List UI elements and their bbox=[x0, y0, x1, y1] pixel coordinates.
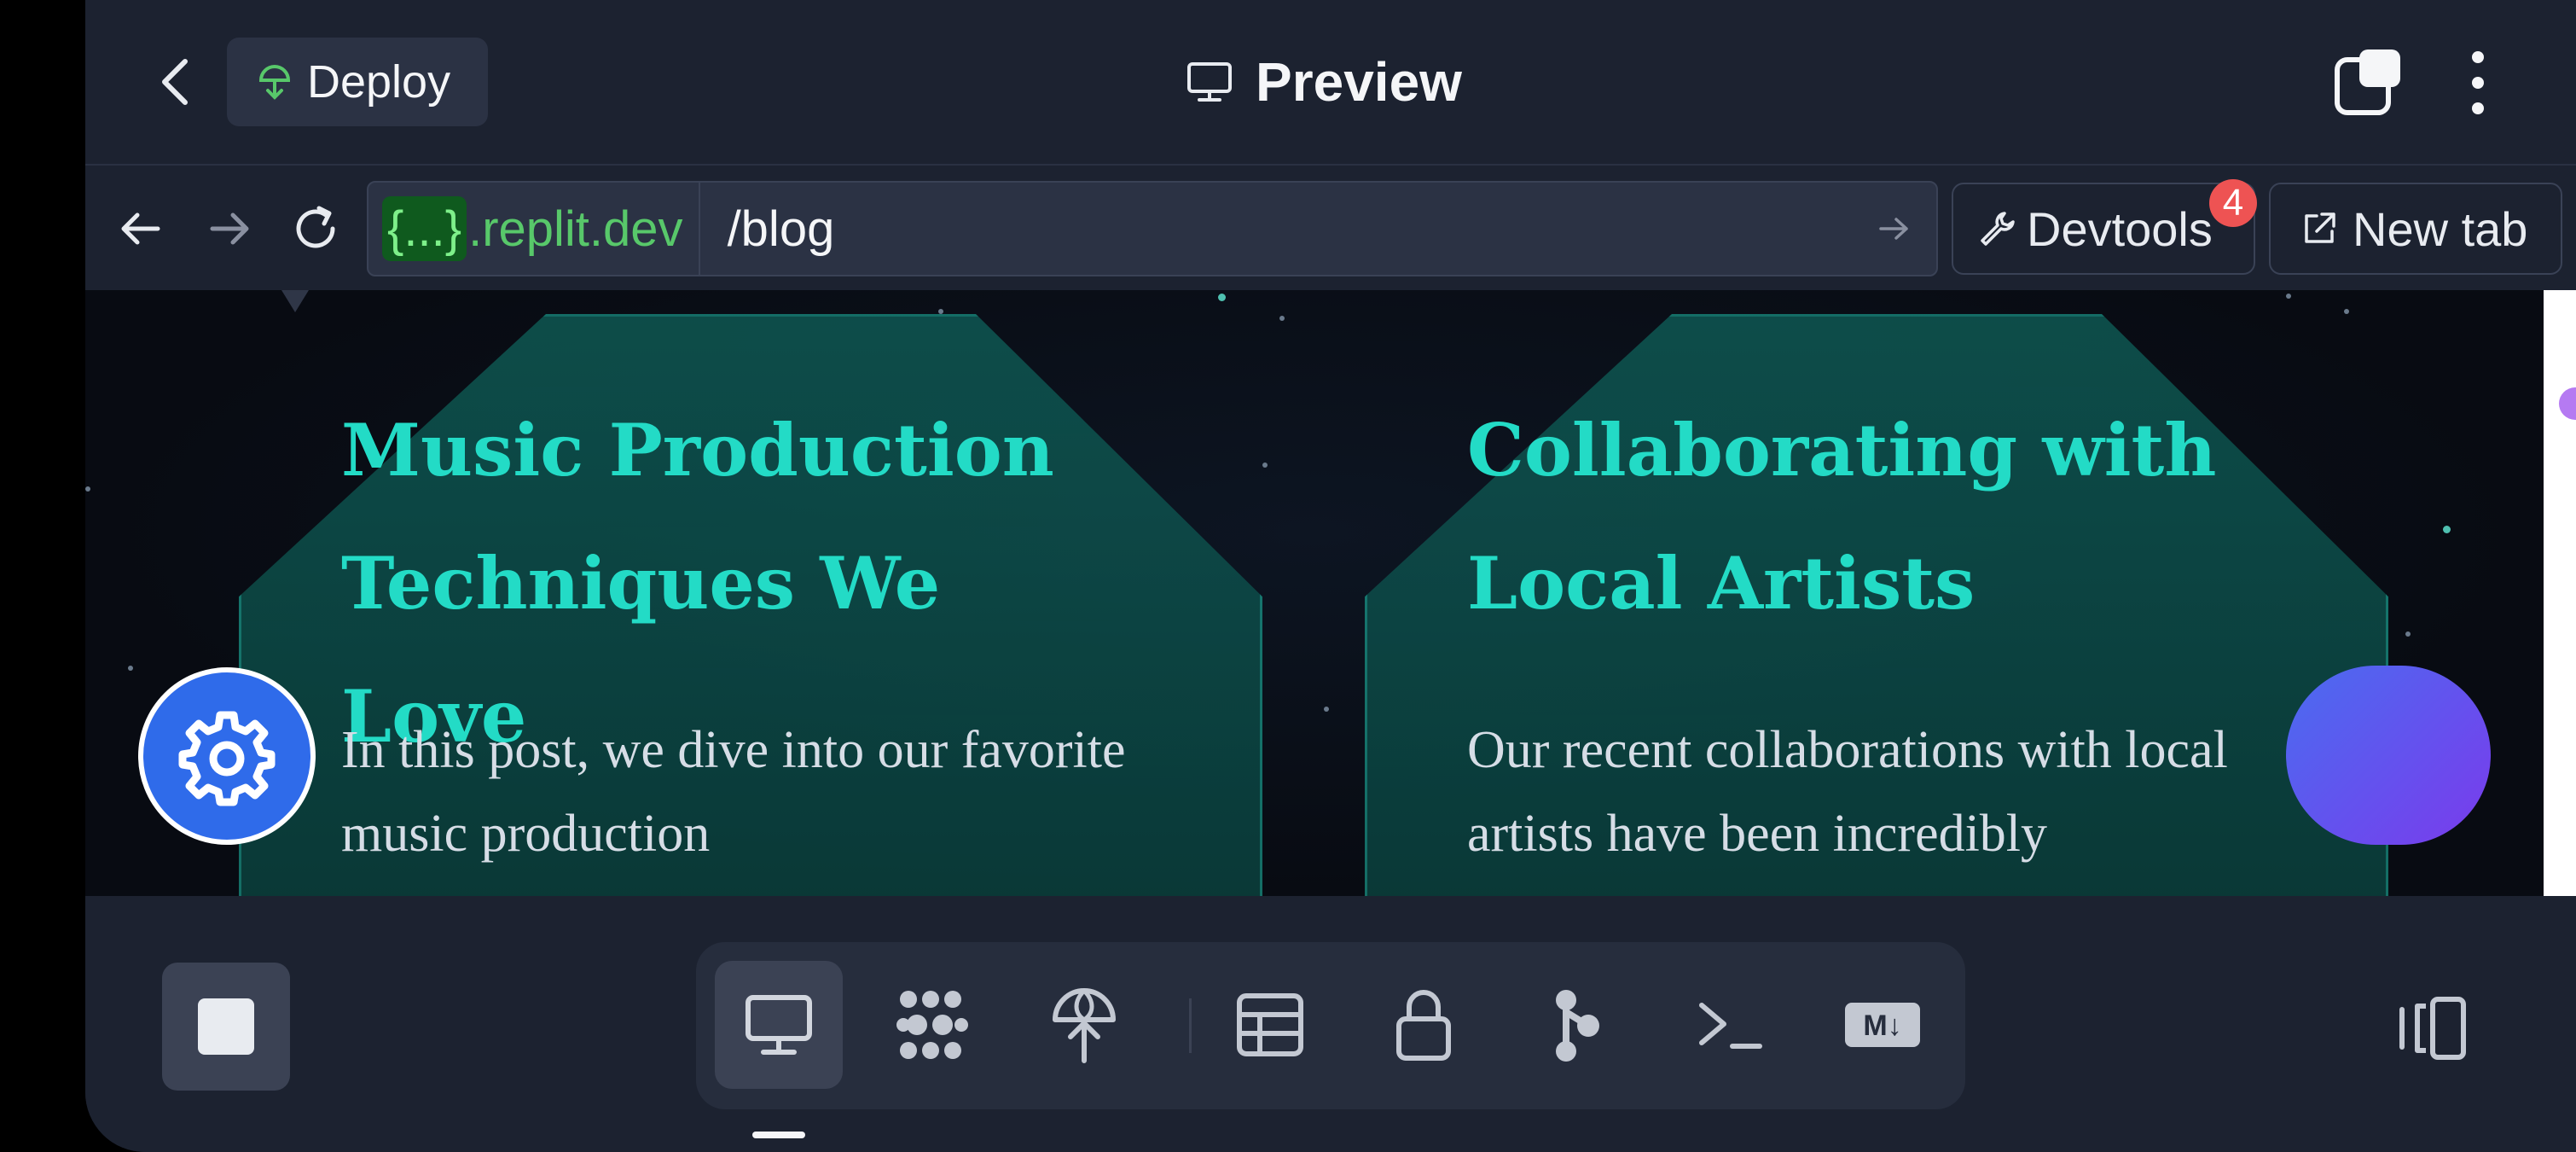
markdown-icon: M↓ bbox=[1845, 1003, 1920, 1047]
deploy-button[interactable]: Deploy bbox=[227, 38, 488, 126]
deploy-icon bbox=[258, 65, 291, 100]
home-indicator bbox=[752, 1132, 805, 1138]
monitor-icon bbox=[1187, 62, 1232, 102]
reload-button[interactable] bbox=[280, 193, 351, 265]
browser-back-button[interactable] bbox=[104, 193, 176, 265]
tabs-button[interactable] bbox=[2330, 44, 2407, 121]
title-label: Preview bbox=[1256, 51, 1462, 113]
url-host[interactable]: {...} .replit.dev bbox=[368, 183, 700, 275]
stop-icon bbox=[198, 998, 254, 1055]
gear-icon bbox=[178, 711, 276, 806]
devtools-label: Devtools bbox=[2027, 201, 2213, 256]
svg-text:M↓: M↓ bbox=[1863, 1009, 1901, 1042]
monitor-icon bbox=[746, 995, 812, 1055]
go-button[interactable] bbox=[1865, 199, 1924, 259]
top-header: Deploy Preview bbox=[85, 0, 2576, 164]
star-dot bbox=[2286, 294, 2291, 299]
star-dot bbox=[2405, 631, 2411, 637]
star-dot bbox=[1218, 294, 1226, 301]
chevron-left-icon bbox=[162, 59, 188, 105]
tool-deployments[interactable] bbox=[1020, 961, 1148, 1089]
side-panel-icon bbox=[2399, 997, 2466, 1060]
star-dot bbox=[2344, 309, 2349, 314]
url-path-input[interactable]: /blog bbox=[728, 201, 1865, 258]
page-title: Preview bbox=[1186, 48, 1462, 116]
blog-card-excerpt: In this post, we dive into our favorite … bbox=[341, 721, 1126, 863]
star-dot bbox=[1262, 463, 1268, 468]
host-domain: .replit.dev bbox=[468, 201, 683, 257]
terminal-icon bbox=[1699, 1003, 1762, 1049]
git-icon bbox=[1556, 990, 1599, 1062]
tabs-icon bbox=[2335, 49, 2400, 115]
tool-markdown[interactable]: M↓ bbox=[1819, 961, 1947, 1089]
tool-dock: M↓ bbox=[696, 942, 1965, 1109]
tool-packages[interactable] bbox=[868, 961, 996, 1089]
settings-fab[interactable] bbox=[138, 667, 316, 845]
star-dot bbox=[938, 309, 943, 314]
replit-app: Deploy Preview {...} .replit.dev /blog D… bbox=[85, 0, 2576, 1152]
arrow-left-icon bbox=[121, 212, 160, 245]
tool-database[interactable] bbox=[1206, 961, 1334, 1089]
blog-card-excerpt: Our recent collaborations with local art… bbox=[1467, 721, 2228, 863]
star-dot bbox=[2443, 526, 2451, 533]
host-chip: {...} bbox=[382, 196, 467, 261]
bottom-bar: M↓ bbox=[85, 896, 2576, 1152]
reload-icon bbox=[296, 206, 335, 248]
dropdown-caret bbox=[281, 290, 309, 312]
back-button[interactable] bbox=[136, 43, 213, 121]
wrench-icon bbox=[1981, 212, 2015, 246]
more-options-button[interactable] bbox=[2457, 44, 2499, 121]
blog-card-title[interactable]: Collaborating with Local Artists bbox=[1467, 384, 2235, 650]
url-bar[interactable]: {...} .replit.dev /blog bbox=[367, 181, 1938, 276]
deploy-label: Deploy bbox=[307, 56, 451, 108]
tool-shell[interactable] bbox=[1667, 961, 1795, 1089]
toggle-panel-button[interactable] bbox=[2388, 990, 2474, 1067]
deploy-icon bbox=[1053, 988, 1116, 1063]
arrow-right-icon bbox=[210, 212, 249, 245]
star-dot bbox=[1324, 707, 1329, 712]
new-tab-button[interactable]: New tab bbox=[2269, 183, 2562, 275]
chat-bubble-button[interactable] bbox=[2286, 666, 2491, 845]
tool-secrets[interactable] bbox=[1360, 961, 1488, 1089]
stop-button[interactable] bbox=[162, 963, 290, 1091]
kebab-menu-icon bbox=[2472, 51, 2484, 114]
devtools-count-badge: 4 bbox=[2209, 179, 2257, 227]
external-link-icon bbox=[2305, 212, 2335, 243]
tool-git[interactable] bbox=[1513, 961, 1641, 1089]
tool-divider bbox=[1189, 998, 1192, 1053]
star-dot bbox=[128, 666, 133, 671]
scrollbar-track[interactable] bbox=[2544, 290, 2576, 896]
arrow-right-icon bbox=[1879, 218, 1908, 240]
table-icon bbox=[1237, 993, 1303, 1056]
browser-forward-button[interactable] bbox=[194, 193, 266, 265]
star-dot bbox=[1279, 316, 1285, 321]
browser-toolbar: {...} .replit.dev /blog Devtools 4 New t… bbox=[85, 164, 2576, 290]
packages-icon bbox=[896, 991, 968, 1059]
star-dot bbox=[85, 486, 90, 492]
preview-viewport[interactable]: Music Production Techniques We Love In t… bbox=[85, 290, 2544, 896]
lock-icon bbox=[1396, 990, 1451, 1061]
new-tab-label: New tab bbox=[2353, 201, 2528, 256]
tool-preview[interactable] bbox=[715, 961, 843, 1089]
